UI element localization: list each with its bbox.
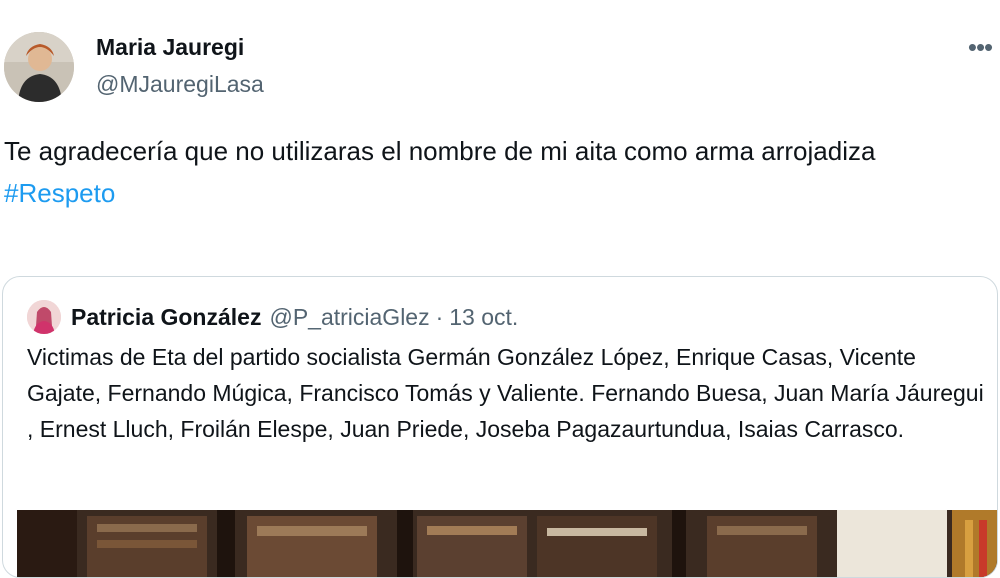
more-options-button[interactable]: ••• — [962, 34, 998, 64]
quoted-tweet-text: Victimas de Eta del partido socialista G… — [27, 344, 984, 442]
tweet: Maria Jauregi @MJauregiLasa ••• Te agrad… — [0, 0, 1000, 578]
quoted-media-photo — [17, 510, 997, 577]
more-horizontal-icon: ••• — [967, 32, 993, 62]
quoted-tweet-header: Patricia González @P_atriciaGlez · 13 oc… — [27, 297, 518, 337]
avatar-image — [4, 32, 74, 102]
tweet-body: Te agradecería que no utilizaras el nomb… — [4, 136, 876, 166]
tweet-text: Te agradecería que no utilizaras el nomb… — [4, 130, 964, 214]
author-avatar[interactable] — [4, 32, 74, 102]
header-separator: · — [435, 303, 444, 330]
author-handle[interactable]: @MJauregiLasa — [96, 71, 264, 98]
quoted-author-avatar[interactable] — [27, 300, 61, 334]
author-name[interactable]: Maria Jauregi — [96, 34, 244, 61]
quoted-author-name[interactable]: Patricia González — [71, 304, 261, 331]
hashtag-link[interactable]: #Respeto — [4, 172, 964, 214]
quoted-author-handle[interactable]: @P_atriciaGlez — [269, 304, 429, 331]
quoted-avatar-image — [27, 300, 61, 334]
quoted-tweet-image[interactable] — [17, 510, 997, 577]
quoted-tweet-card[interactable]: Patricia González @P_atriciaGlez · 13 oc… — [2, 276, 998, 578]
quoted-tweet-date[interactable]: 13 oct. — [449, 304, 518, 331]
